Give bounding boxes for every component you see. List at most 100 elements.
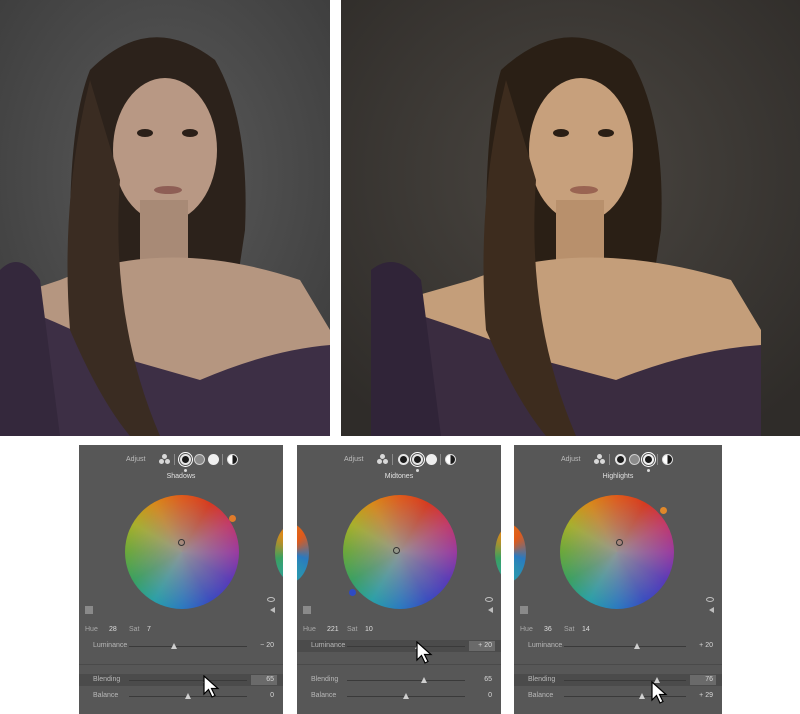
shadows-mode-icon[interactable] xyxy=(178,452,193,467)
luminance-slider[interactable] xyxy=(129,643,247,649)
luminance-value[interactable]: − 20 xyxy=(251,641,277,651)
color-grading-panel-highlights: Adjust Highlights Hue 36 Sat 14 Luminanc… xyxy=(514,445,722,714)
blending-slider[interactable] xyxy=(347,677,465,683)
midtones-mode-icon[interactable] xyxy=(629,454,640,465)
balance-slider[interactable] xyxy=(129,693,247,699)
wheel-hue-handle[interactable] xyxy=(660,507,667,514)
balance-slider[interactable] xyxy=(347,693,465,699)
blending-slider-row: Blending 65 xyxy=(297,674,501,686)
eye-icon[interactable] xyxy=(485,597,493,602)
blending-value[interactable]: 76 xyxy=(690,675,716,685)
balance-value[interactable]: 0 xyxy=(251,691,277,701)
luminance-value[interactable]: + 20 xyxy=(469,641,495,651)
mode-separator xyxy=(440,454,441,465)
three-way-view-icon[interactable] xyxy=(159,454,170,465)
panel-title: Shadows xyxy=(166,473,196,480)
luminance-slider-thumb[interactable] xyxy=(170,643,177,649)
wheel-center-handle[interactable] xyxy=(178,539,185,546)
three-way-view-icon[interactable] xyxy=(377,454,388,465)
global-mode-icon[interactable] xyxy=(662,454,673,465)
selected-mode-indicator xyxy=(416,469,419,472)
panel-title: Highlights xyxy=(602,473,634,480)
adjust-label: Adjust xyxy=(126,456,146,463)
mode-separator xyxy=(222,454,223,465)
selected-mode-indicator xyxy=(647,469,650,472)
midtones-mode-icon[interactable] xyxy=(410,452,425,467)
portrait-before-image xyxy=(0,0,330,436)
wheel-hue-handle[interactable] xyxy=(349,589,356,596)
balance-slider-thumb[interactable] xyxy=(185,693,191,699)
blending-label: Blending xyxy=(93,676,121,683)
shadows-mode-icon[interactable] xyxy=(615,454,626,465)
three-way-view-icon[interactable] xyxy=(594,454,605,465)
mouse-cursor-icon xyxy=(203,675,220,698)
adjacent-color-wheel xyxy=(275,523,283,583)
luminance-value[interactable]: + 20 xyxy=(690,641,716,651)
photo-after xyxy=(341,0,800,436)
adjacent-color-wheel xyxy=(495,523,501,583)
collapse-triangle-icon[interactable] xyxy=(709,607,714,613)
shadows-mode-icon[interactable] xyxy=(398,454,409,465)
portrait-after-image xyxy=(341,0,800,436)
color-swatch[interactable] xyxy=(520,606,528,614)
sat-value[interactable]: 10 xyxy=(365,626,373,633)
luminance-slider-thumb[interactable] xyxy=(634,643,641,649)
mode-separator xyxy=(609,454,610,465)
adjacent-color-wheel xyxy=(297,523,309,583)
global-mode-icon[interactable] xyxy=(227,454,238,465)
sat-label: Sat xyxy=(564,626,575,633)
eye-icon[interactable] xyxy=(706,597,714,602)
midtones-mode-icon[interactable] xyxy=(194,454,205,465)
balance-slider-thumb[interactable] xyxy=(639,693,646,699)
hue-value[interactable]: 36 xyxy=(544,626,552,633)
color-swatch[interactable] xyxy=(303,606,311,614)
color-wheel[interactable] xyxy=(560,495,674,609)
sat-label: Sat xyxy=(347,626,358,633)
hue-label: Hue xyxy=(520,626,533,633)
color-wheel[interactable] xyxy=(343,495,457,609)
balance-slider-row: Balance 0 xyxy=(79,690,283,702)
wheel-center-handle[interactable] xyxy=(616,539,623,546)
adjust-mode-bar: Adjust xyxy=(297,452,501,472)
highlights-mode-icon[interactable] xyxy=(641,452,656,467)
wheel-hue-handle[interactable] xyxy=(229,515,236,522)
blending-slider[interactable] xyxy=(129,677,247,683)
balance-value[interactable]: 0 xyxy=(469,691,495,701)
balance-value[interactable]: + 29 xyxy=(690,691,716,701)
collapse-triangle-icon[interactable] xyxy=(488,607,493,613)
luminance-slider[interactable] xyxy=(564,643,686,649)
adjacent-color-wheel xyxy=(514,523,526,583)
eye-icon[interactable] xyxy=(267,597,275,602)
luminance-slider[interactable] xyxy=(347,643,465,649)
balance-label: Balance xyxy=(311,692,337,699)
color-swatch[interactable] xyxy=(85,606,93,614)
selected-mode-indicator xyxy=(184,469,187,472)
hue-value[interactable]: 28 xyxy=(109,626,117,633)
photo-before xyxy=(0,0,330,436)
luminance-slider-row: Luminance − 20 xyxy=(79,640,283,652)
luminance-label: Luminance xyxy=(311,642,346,649)
adjust-mode-bar: Adjust xyxy=(79,452,283,472)
balance-slider-row: Balance + 29 xyxy=(514,690,722,702)
highlights-mode-icon[interactable] xyxy=(426,454,437,465)
collapse-triangle-icon[interactable] xyxy=(270,607,275,613)
color-grading-panel-midtones: Adjust Midtones Hue 221 Sat 10 Luminance… xyxy=(297,445,501,714)
adjust-mode-bar: Adjust xyxy=(514,452,722,472)
blending-value[interactable]: 65 xyxy=(469,675,495,685)
hue-value[interactable]: 221 xyxy=(327,626,339,633)
luminance-label: Luminance xyxy=(528,642,563,649)
section-divider xyxy=(514,664,722,665)
balance-label: Balance xyxy=(528,692,554,699)
wheel-center-handle[interactable] xyxy=(393,547,400,554)
balance-slider-row: Balance 0 xyxy=(297,690,501,702)
blending-value[interactable]: 65 xyxy=(251,675,277,685)
blending-slider-thumb[interactable] xyxy=(420,677,427,683)
sat-value[interactable]: 14 xyxy=(582,626,590,633)
sat-value[interactable]: 7 xyxy=(147,626,151,633)
balance-slider-thumb[interactable] xyxy=(403,693,409,699)
sat-label: Sat xyxy=(129,626,140,633)
color-wheel[interactable] xyxy=(125,495,239,609)
highlights-mode-icon[interactable] xyxy=(208,454,219,465)
hue-label: Hue xyxy=(85,626,98,633)
global-mode-icon[interactable] xyxy=(445,454,456,465)
